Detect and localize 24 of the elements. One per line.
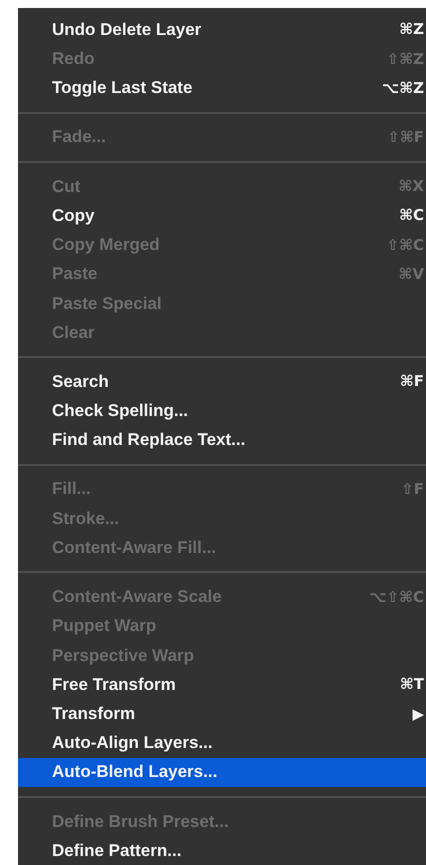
shortcut-label: ⌘F bbox=[400, 371, 424, 392]
menu-item[interactable]: Undo Delete Layer ⌘Z bbox=[18, 15, 426, 44]
menu-item[interactable]: Transform ▶ bbox=[18, 699, 426, 728]
shortcut-label: ▶ bbox=[412, 704, 424, 724]
menu-item[interactable]: Auto-Blend Layers... bbox=[18, 758, 426, 787]
menu-item[interactable]: Copy ⌘C bbox=[18, 200, 426, 230]
shortcut-label: ⌥⌘Z bbox=[382, 78, 424, 99]
menu-item[interactable]: Toggle Last State ⌥⌘Z bbox=[18, 73, 426, 103]
shortcut-label: ⌘Z bbox=[399, 19, 424, 40]
shortcut-label: ⌘T bbox=[400, 674, 424, 696]
shortcut-label: ⇧⌘C bbox=[386, 234, 424, 256]
menu-item[interactable]: Define Pattern... bbox=[18, 836, 426, 865]
menu-item[interactable]: Search ⌘F bbox=[18, 367, 426, 396]
shortcut-label: ⌥⇧⌘C bbox=[369, 586, 424, 608]
menu-item[interactable]: Find and Replace Text... bbox=[18, 425, 426, 455]
shortcut-label: ⇧F bbox=[401, 478, 424, 500]
shortcut-label: ⇧⌘F bbox=[387, 126, 424, 148]
menu-item[interactable]: Check Spelling... bbox=[18, 396, 426, 426]
shortcut-label: ⌘X bbox=[398, 176, 424, 198]
menu-item[interactable]: Auto-Align Layers... bbox=[18, 728, 426, 758]
shortcut-label: ⌘V bbox=[398, 264, 424, 285]
shortcut-label: ⌘C bbox=[399, 205, 424, 226]
shortcut-label: ⇧⌘Z bbox=[386, 48, 424, 70]
menu-item[interactable]: Free Transform ⌘T bbox=[18, 670, 426, 700]
